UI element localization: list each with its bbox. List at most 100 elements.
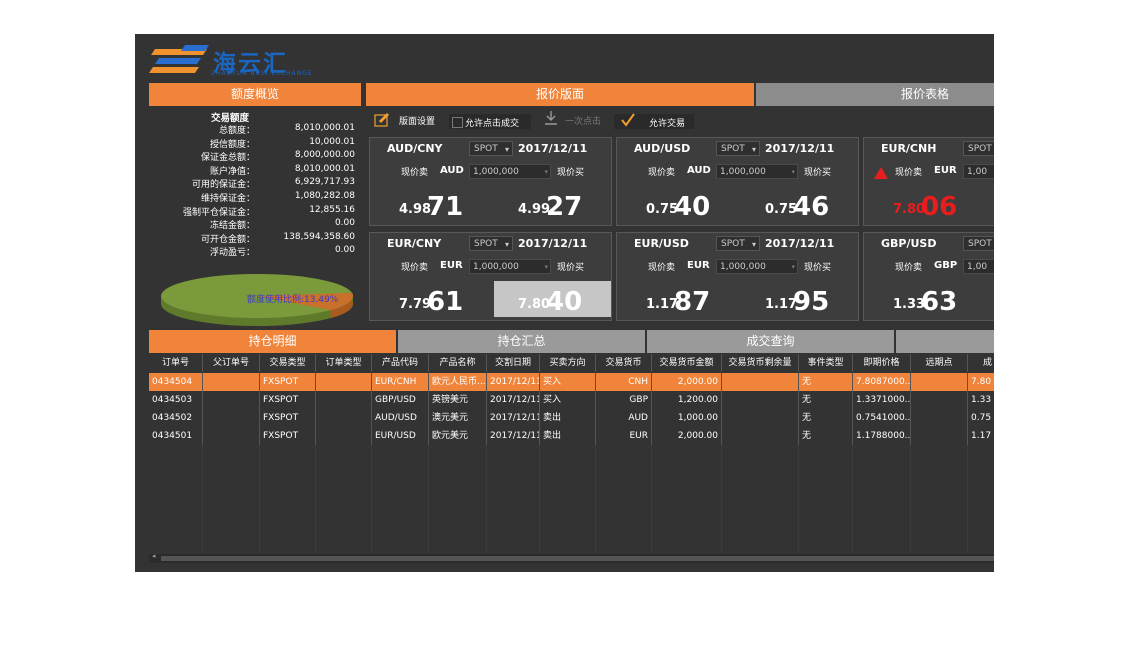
- sell-price-pips: 87: [674, 287, 711, 317]
- column-header[interactable]: 订单类型: [316, 354, 372, 372]
- quota-label: 账户净值：: [209, 166, 255, 177]
- column-divider: [595, 445, 596, 553]
- tab-more[interactable]: [896, 330, 994, 353]
- quota-row: 可用的保证金： 6,929,717.93: [149, 177, 361, 191]
- sell-label: 现价卖: [648, 263, 676, 273]
- column-header[interactable]: 交易类型: [260, 354, 316, 372]
- table-cell: 无: [799, 391, 853, 409]
- column-divider: [910, 445, 911, 553]
- settlement-type-select[interactable]: SPOT▾: [716, 141, 760, 156]
- column-header[interactable]: 交易货币金额: [652, 354, 722, 372]
- settlement-type-select[interactable]: SPOT▾: [963, 141, 994, 156]
- tab-position-detail[interactable]: 持仓明细: [149, 330, 396, 353]
- one-click-button[interactable]: 一次点击: [539, 111, 609, 128]
- allow-click-deal-toggle[interactable]: 允许点击成交: [449, 114, 531, 129]
- amount-input[interactable]: 1,000,000 ▾: [716, 164, 798, 179]
- column-header[interactable]: 交割日期: [487, 354, 540, 372]
- table-cell: 7.8087000...: [853, 373, 911, 391]
- table-cell: 英镑美元: [429, 391, 487, 409]
- price-up-icon: [874, 167, 888, 179]
- amount-input[interactable]: 1,000,000 ▾: [716, 259, 798, 274]
- table-cell: AUD/USD: [372, 409, 429, 427]
- amount-input[interactable]: 1,000,000 ▾: [469, 164, 551, 179]
- settlement-type-select[interactable]: SPOT▾: [716, 236, 760, 251]
- column-header[interactable]: 订单号: [149, 354, 203, 372]
- column-header[interactable]: 买卖方向: [540, 354, 596, 372]
- buy-label: 现价买: [557, 263, 585, 273]
- column-header[interactable]: 产品名称: [429, 354, 487, 372]
- table-cell: FXSPOT: [260, 391, 316, 409]
- buy-label: 现价买: [804, 263, 832, 273]
- quota-value: 10,000.01: [309, 136, 355, 147]
- buy-price-button[interactable]: 4.99 27: [494, 186, 611, 222]
- buy-price-button[interactable]: 1.17 95: [741, 281, 858, 317]
- settlement-type-value: SPOT: [721, 239, 745, 249]
- amount-value: 1,000,000: [473, 262, 519, 272]
- tab-quote-board[interactable]: 报价版面: [366, 83, 754, 106]
- allow-trade-toggle[interactable]: 允许交易: [614, 113, 694, 129]
- column-header[interactable]: 成: [968, 354, 994, 372]
- settlement-type-select[interactable]: SPOT▾: [469, 236, 513, 251]
- scroll-left-arrow-icon[interactable]: ◂: [152, 552, 156, 560]
- table-cell: 1.17: [968, 427, 994, 445]
- table-row[interactable]: 0434502 FXSPOT AUD/USD 澳元美元 2017/12/11 卖出 AUD 1…: [149, 409, 994, 427]
- quota-row: 授信额度： 10,000.01: [149, 137, 361, 151]
- amount-input[interactable]: 1,00: [963, 164, 994, 179]
- table-row[interactable]: 0434503 FXSPOT GBP/USD 英镑美元 2017/12/11 买入 GBP 1…: [149, 391, 994, 409]
- sell-label: 现价卖: [401, 263, 429, 273]
- table-row[interactable]: 0434504 FXSPOT EUR/CNH 欧元人民币... 2017/12/11 买入…: [149, 373, 994, 391]
- currency-pair: EUR/CNY: [387, 237, 442, 250]
- table-cell: 无: [799, 427, 853, 445]
- table-cell: [203, 427, 260, 445]
- table-cell: CNH: [596, 373, 652, 391]
- horizontal-scrollbar[interactable]: ◂: [149, 552, 994, 563]
- tab-quota-overview[interactable]: 额度概览: [149, 83, 361, 106]
- table-cell: EUR: [596, 427, 652, 445]
- amount-input[interactable]: 1,000,000 ▾: [469, 259, 551, 274]
- quota-row: 冻结金额： 0.00: [149, 218, 361, 232]
- column-header[interactable]: 事件类型: [799, 354, 853, 372]
- allow-click-deal-checkbox[interactable]: [452, 117, 463, 128]
- quota-label: 强制平仓保证金：: [182, 207, 255, 218]
- quota-label: 浮动盈亏：: [209, 248, 255, 259]
- one-click-label: 一次点击: [565, 117, 602, 127]
- sell-price-button[interactable]: 7.80 06: [867, 186, 982, 222]
- settlement-type-select[interactable]: SPOT▾: [963, 236, 994, 251]
- chevron-down-icon: ▾: [791, 168, 795, 176]
- table-cell: 1.3371000...: [853, 391, 911, 409]
- column-header[interactable]: 产品代码: [372, 354, 429, 372]
- column-header[interactable]: 父订单号: [203, 354, 260, 372]
- column-divider: [721, 445, 722, 553]
- table-cell: [722, 373, 799, 391]
- sell-price-button[interactable]: 0.75 40: [620, 186, 735, 222]
- quota-value: 8,010,000.01: [294, 163, 355, 174]
- column-header[interactable]: 远期点: [911, 354, 968, 372]
- scrollbar-thumb[interactable]: [161, 556, 994, 561]
- column-header[interactable]: 交易货币剩余量: [722, 354, 799, 372]
- sell-price-button[interactable]: 1.33 63: [867, 281, 982, 317]
- value-date: 2017/12/11: [518, 237, 588, 250]
- tab-quote-table[interactable]: 报价表格: [756, 83, 994, 106]
- table-cell: 卖出: [540, 409, 596, 427]
- buy-price-button[interactable]: 0.75 46: [741, 186, 858, 222]
- table-cell: 2017/12/11: [487, 427, 540, 445]
- buy-price-button[interactable]: 7.80 40: [494, 281, 611, 317]
- settlement-type-select[interactable]: SPOT▾: [469, 141, 513, 156]
- sell-price-button[interactable]: 1.17 87: [620, 281, 735, 317]
- tab-deal-query[interactable]: 成交查询: [647, 330, 894, 353]
- amount-input[interactable]: 1,00: [963, 259, 994, 274]
- quota-row: 可开仓金额： 138,594,358.60: [149, 232, 361, 246]
- column-header[interactable]: 即期价格: [853, 354, 911, 372]
- tab-position-summary[interactable]: 持仓汇总: [398, 330, 645, 353]
- sell-price-button[interactable]: 4.98 71: [373, 186, 488, 222]
- sell-price-button[interactable]: 7.79 61: [373, 281, 488, 317]
- column-divider: [202, 445, 203, 553]
- quota-row: 浮动盈亏： 0.00: [149, 245, 361, 259]
- table-cell: 2,000.00: [652, 427, 722, 445]
- table-cell: 1,000.00: [652, 409, 722, 427]
- table-cell: 7.80: [968, 373, 994, 391]
- column-header[interactable]: 交易货币: [596, 354, 652, 372]
- trade-currency: AUD: [687, 165, 711, 176]
- quota-row: 保证金总额： 8,000,000.00: [149, 150, 361, 164]
- table-row[interactable]: 0434501 FXSPOT EUR/USD 欧元美元 2017/12/11 卖出 EUR 2…: [149, 427, 994, 445]
